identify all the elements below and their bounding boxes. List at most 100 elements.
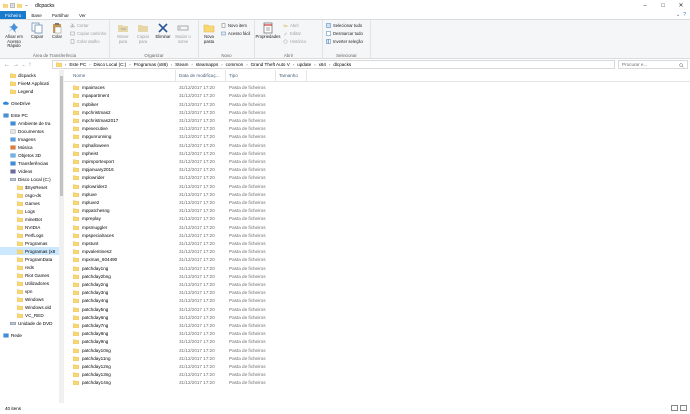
file-row[interactable]: patchday8ng 31/12/2017 17:20 Pasta de fich… [64,330,690,338]
minimize-button[interactable]: – [636,0,654,11]
file-row[interactable]: mpgunrunning 31/12/2017 17:20 Pasta de fic… [64,133,690,141]
file-row[interactable]: patchday5ng 31/12/2017 17:20 Pasta de fich… [64,305,690,313]
file-row[interactable]: patchday12ng 31/12/2017 17:20 Pasta de fic… [64,363,690,371]
nav-item[interactable]: Windows.old [0,303,59,311]
nav-item[interactable]: Programas (x8 [0,247,59,255]
properties-button[interactable]: Propriedades [256,22,280,40]
new-folder-button[interactable]: Nova pasta [199,22,219,44]
nav-item[interactable]: Legend [0,87,59,95]
forward-arrow-icon[interactable]: → [13,62,19,68]
properties-icon[interactable] [10,3,15,8]
tab-share[interactable]: Partilhar [47,11,74,19]
file-row[interactable]: mpspecialraces 31/12/2017 17:20 Pasta de f… [64,232,690,240]
tab-file[interactable]: Ficheiro [0,11,27,19]
delete-button[interactable]: Eliminar [153,22,173,40]
nav-item[interactable]: Utilizadores [0,279,59,287]
file-row[interactable]: patchday13ng 31/12/2017 17:20 Pasta de fic… [64,371,690,379]
nav-item[interactable]: Objetos 3D [0,151,59,159]
nav-item[interactable]: Ambiente de tra [0,119,59,127]
select-all-button[interactable]: Selecionar tudo [326,23,362,28]
breadcrumb-separator-icon[interactable]: › [314,62,315,67]
nav-item[interactable]: $SysReset [0,183,59,191]
cut-button[interactable]: Cortar [70,23,89,28]
nav-item[interactable]: FiveM Applicati [0,79,59,87]
file-row[interactable]: patchday3ng 31/12/2017 17:20 Pasta de fich… [64,289,690,297]
easy-access-button[interactable]: Acesso fácil [221,31,250,36]
breadcrumb-item[interactable]: Programas (x86) [134,62,168,67]
nav-item[interactable]: reds [0,263,59,271]
search-box[interactable]: Procurar e... [618,60,688,69]
rename-button[interactable]: Mudar o nome [173,22,193,44]
nav-item[interactable]: Rede [0,331,59,339]
invert-selection-button[interactable]: Inverter seleção [326,39,363,44]
search-input[interactable]: Procurar e... [622,62,647,67]
breadcrumb-item[interactable]: common [226,62,244,67]
file-row[interactable]: mpxmas_604490 31/12/2017 17:20 Pasta de fi… [64,256,690,264]
back-arrow-icon[interactable]: ← [4,62,10,68]
column-divider[interactable] [225,70,226,82]
file-row[interactable]: patchday2bng 31/12/2017 17:20 Pasta de fic… [64,273,690,281]
file-row[interactable]: patchday6ng 31/12/2017 17:20 Pasta de fich… [64,314,690,322]
nav-item[interactable]: Vídeos [0,167,59,175]
tab-home[interactable]: Base [26,11,46,19]
breadcrumb-separator-icon[interactable]: › [221,62,222,67]
breadcrumb-separator-icon[interactable]: › [89,62,90,67]
breadcrumb-separator-icon[interactable]: › [171,62,172,67]
nav-item[interactable]: vpn [0,287,59,295]
help-icon[interactable]: ? [683,12,686,18]
column-divider[interactable] [175,70,176,82]
file-row[interactable]: patchday1ng 31/12/2017 17:20 Pasta de fich… [64,264,690,272]
new-folder-icon[interactable] [17,3,22,8]
file-row[interactable]: mpluxe 31/12/2017 17:20 Pasta de ficheiros [64,191,690,199]
file-row[interactable]: patchday14ng 31/12/2017 17:20 Pasta de fic… [64,379,690,387]
breadcrumb-separator-icon[interactable]: › [65,62,66,67]
breadcrumb-item[interactable]: x64 [319,62,326,67]
column-header-type[interactable]: Tipo [229,73,238,78]
paste-button[interactable]: Colar [47,22,67,40]
copy-button[interactable]: Copiar [27,22,47,40]
column-header-size[interactable]: Tamanho [279,73,298,78]
breadcrumb-item[interactable]: dlcpacks [333,62,351,67]
file-row[interactable]: patchday4ng 31/12/2017 17:20 Pasta de fich… [64,297,690,305]
file-row[interactable]: mpstunt 31/12/2017 17:20 Pasta de ficheiro… [64,240,690,248]
copy-to-button[interactable]: Copiar para [133,22,153,44]
copy-path-button[interactable]: Copiar caminho [70,31,106,36]
open-button[interactable]: Abrir [283,23,299,28]
nav-item[interactable]: Disco Local (C:) [0,175,59,183]
column-header-name[interactable]: Nome [73,73,85,78]
details-view-icon[interactable] [671,405,678,411]
pin-quick-access-button[interactable]: Afixar em Acesso Rápido [2,22,26,49]
file-row[interactable]: mpluxe2 31/12/2017 17:20 Pasta de ficheiro… [64,199,690,207]
large-icons-view-icon[interactable] [680,405,687,411]
file-row[interactable]: mpimportexport 31/12/2017 17:20 Pasta de f… [64,158,690,166]
file-row[interactable]: mpsmuggler 31/12/2017 17:20 Pasta de fiche… [64,223,690,231]
nav-item[interactable]: ProgramData [0,255,59,263]
file-row[interactable]: patchday9ng 31/12/2017 17:20 Pasta de fich… [64,338,690,346]
file-row[interactable]: patchday11ng 31/12/2017 17:20 Pasta de fic… [64,355,690,363]
history-button[interactable]: Histórico [283,39,306,44]
breadcrumb-item[interactable]: steamapps [196,62,218,67]
nav-item[interactable]: Unidade de DVD [0,319,59,327]
breadcrumb-separator-icon[interactable]: › [246,62,247,67]
file-row[interactable]: mplowrider 31/12/2017 17:20 Pasta de fiche… [64,174,690,182]
file-row[interactable]: mpreplay 31/12/2017 17:20 Pasta de ficheir… [64,215,690,223]
file-row[interactable]: mpjanuary2016 31/12/2017 17:20 Pasta de fi… [64,166,690,174]
breadcrumb-item[interactable]: Steam [175,62,188,67]
file-row[interactable]: mpvalentines2 31/12/2017 17:20 Pasta de fi… [64,248,690,256]
new-item-button[interactable]: Novo item [221,23,247,28]
close-button[interactable]: ✕ [672,0,690,11]
breadcrumb-separator-icon[interactable]: › [329,62,330,67]
breadcrumb-separator-icon[interactable]: › [293,62,294,67]
breadcrumb-item[interactable]: update [297,62,311,67]
breadcrumb-separator-icon[interactable]: › [191,62,192,67]
file-row[interactable]: mpheist 31/12/2017 17:20 Pasta de ficheiro… [64,150,690,158]
file-row[interactable]: mplowrider2 31/12/2017 17:20 Pasta de fich… [64,182,690,190]
breadcrumb-separator-icon[interactable]: › [129,62,130,67]
paste-shortcut-button[interactable]: Colar atalho [70,39,100,44]
nav-item[interactable]: Este PC [0,111,59,119]
select-none-button[interactable]: Desmarcar tudo [326,31,363,36]
maximize-button[interactable]: □ [654,0,672,11]
nav-item[interactable]: Música [0,143,59,151]
nav-item[interactable]: Windows [0,295,59,303]
column-divider[interactable] [275,70,276,82]
